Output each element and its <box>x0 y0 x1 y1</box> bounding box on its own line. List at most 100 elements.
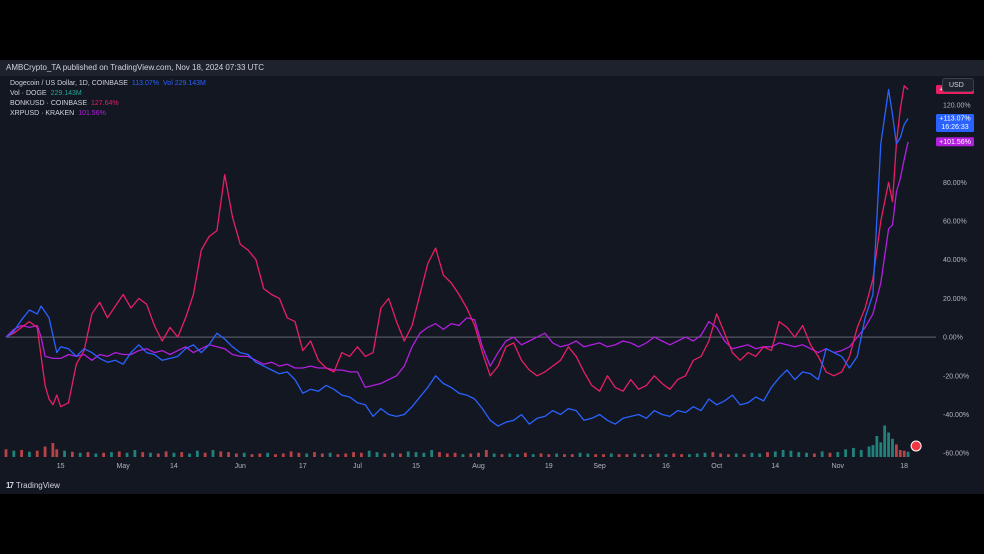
volume-bar-67 <box>523 452 527 457</box>
countdown-label-doge: 16:26:33 <box>941 124 968 131</box>
volume-bar-71 <box>555 453 559 457</box>
series-line-xrp[interactable] <box>5 141 909 389</box>
volume-bar-34 <box>266 452 270 457</box>
volume-bar-20 <box>156 453 160 457</box>
volume-bar-72 <box>563 454 566 457</box>
volume-bar-6 <box>51 443 55 457</box>
legend-row-volume[interactable]: Vol · DOGE 229.143M <box>10 90 82 97</box>
chart-canvas[interactable]: 120.00%100.00%80.00%60.00%40.00%20.00%0.… <box>0 60 984 494</box>
volume-bar-36 <box>281 453 285 457</box>
y-tick-label: 20.00% <box>943 296 967 303</box>
last-value-label-xrp: +101.56% <box>939 139 971 146</box>
legend-row-xrp[interactable]: XRPUSD · KRAKEN 101.56% <box>10 110 106 117</box>
volume-bar-54 <box>422 452 426 457</box>
volume-bar-52 <box>406 451 410 457</box>
volume-bar-14 <box>110 452 113 457</box>
volume-bar-58 <box>453 452 457 457</box>
last-value-label-doge: +113.07% <box>939 116 970 123</box>
x-tick-label: 17 <box>299 463 307 470</box>
volume-bar-38 <box>297 452 301 457</box>
volume-bar-40 <box>313 452 316 457</box>
y-tick-label: -60.00% <box>943 451 969 458</box>
x-tick-label: Aug <box>472 463 485 470</box>
x-tick-label: 19 <box>545 463 553 470</box>
volume-bar-101 <box>789 450 793 457</box>
volume-bar-55 <box>430 450 434 457</box>
volume-bar-93 <box>727 454 730 457</box>
series-line-doge[interactable] <box>5 88 909 427</box>
volume-bar-47 <box>367 450 371 457</box>
header-bar: AMBCrypto_TA published on TradingView.co… <box>0 60 984 76</box>
volume-bar-96 <box>750 452 754 457</box>
x-tick-label: May <box>117 463 131 470</box>
volume-bar-42 <box>328 452 332 457</box>
volume-bar-3 <box>28 451 31 457</box>
volume-bar-22 <box>172 452 176 457</box>
volume-bar-48 <box>375 452 379 457</box>
x-tick-label: Oct <box>711 463 722 470</box>
x-tick-label: Nov <box>832 463 845 470</box>
volume-bar-87 <box>680 454 683 457</box>
volume-bar-19 <box>149 452 152 457</box>
flag-icon[interactable] <box>910 440 922 452</box>
currency-button[interactable]: USD <box>942 78 974 92</box>
volume-bar-53 <box>414 452 418 457</box>
volume-bar-1 <box>12 450 16 457</box>
legend-volume-doge: Vol 229.143M <box>163 80 206 87</box>
x-tick-label: 14 <box>771 463 779 470</box>
series-line-bonk[interactable] <box>5 85 909 408</box>
volume-bar-18 <box>141 452 145 457</box>
volume-bar-108 <box>844 449 848 457</box>
volume-bar-70 <box>547 454 551 457</box>
x-tick-label: 14 <box>170 463 178 470</box>
x-tick-label: 18 <box>900 463 908 470</box>
volume-bar-119 <box>898 450 902 457</box>
volume-bar-82 <box>641 454 644 457</box>
volume-bar-78 <box>609 453 613 457</box>
volume-bar-29 <box>227 452 230 457</box>
volume-bar-9 <box>70 451 74 457</box>
volume-bar-4 <box>35 450 39 457</box>
volume-bar-98 <box>766 452 769 457</box>
y-tick-label: 60.00% <box>943 219 967 226</box>
volume-bar-88 <box>688 454 691 457</box>
volume-bar-80 <box>625 454 629 457</box>
volume-bar-62 <box>484 450 488 457</box>
volume-bar-8 <box>63 450 66 457</box>
volume-bar-50 <box>391 452 395 457</box>
x-tick-label: Sep <box>593 463 606 470</box>
legend-value-volume: 229.143M <box>50 90 82 97</box>
volume-bar-7 <box>55 449 59 457</box>
legend-row-doge[interactable]: Dogecoin / US Dollar, 1D, COINBASE 113.07… <box>10 80 206 87</box>
legend-row-bonk[interactable]: BONKUSD · COINBASE 127.64% <box>10 100 119 107</box>
volume-bar-56 <box>438 452 441 457</box>
volume-bar-49 <box>383 453 387 457</box>
publish-line: AMBCrypto_TA published on TradingView.co… <box>6 63 265 72</box>
volume-bar-15 <box>117 451 121 457</box>
y-tick-label: 80.00% <box>943 180 967 187</box>
volume-bar-69 <box>539 453 543 457</box>
tradingview-logo[interactable]: 17 TradingView <box>6 481 60 490</box>
volume-bar-75 <box>586 453 590 457</box>
volume-bar-121 <box>906 451 910 457</box>
volume-bar-41 <box>320 453 324 457</box>
volume-bar-37 <box>289 451 293 457</box>
volume-bar-44 <box>344 453 348 457</box>
volume-bar-76 <box>594 454 598 457</box>
volume-bar-5 <box>43 446 47 457</box>
volume-bar-66 <box>516 454 519 457</box>
volume-bar-95 <box>742 454 746 457</box>
volume-bar-83 <box>648 454 652 457</box>
volume-bar-32 <box>250 454 254 457</box>
y-tick-label: 40.00% <box>943 257 967 264</box>
volume-bar-90 <box>703 452 707 457</box>
volume-bar-74 <box>578 452 582 457</box>
x-tick-label: 16 <box>662 463 670 470</box>
volume-bar-116 <box>887 432 890 457</box>
volume-bar-46 <box>359 452 363 457</box>
volume-bar-92 <box>719 453 723 457</box>
volume-bar-33 <box>258 453 262 457</box>
legend-label-xrp: XRPUSD · KRAKEN <box>10 110 75 117</box>
volume-bar-109 <box>852 447 855 457</box>
x-tick-label: 15 <box>412 463 420 470</box>
